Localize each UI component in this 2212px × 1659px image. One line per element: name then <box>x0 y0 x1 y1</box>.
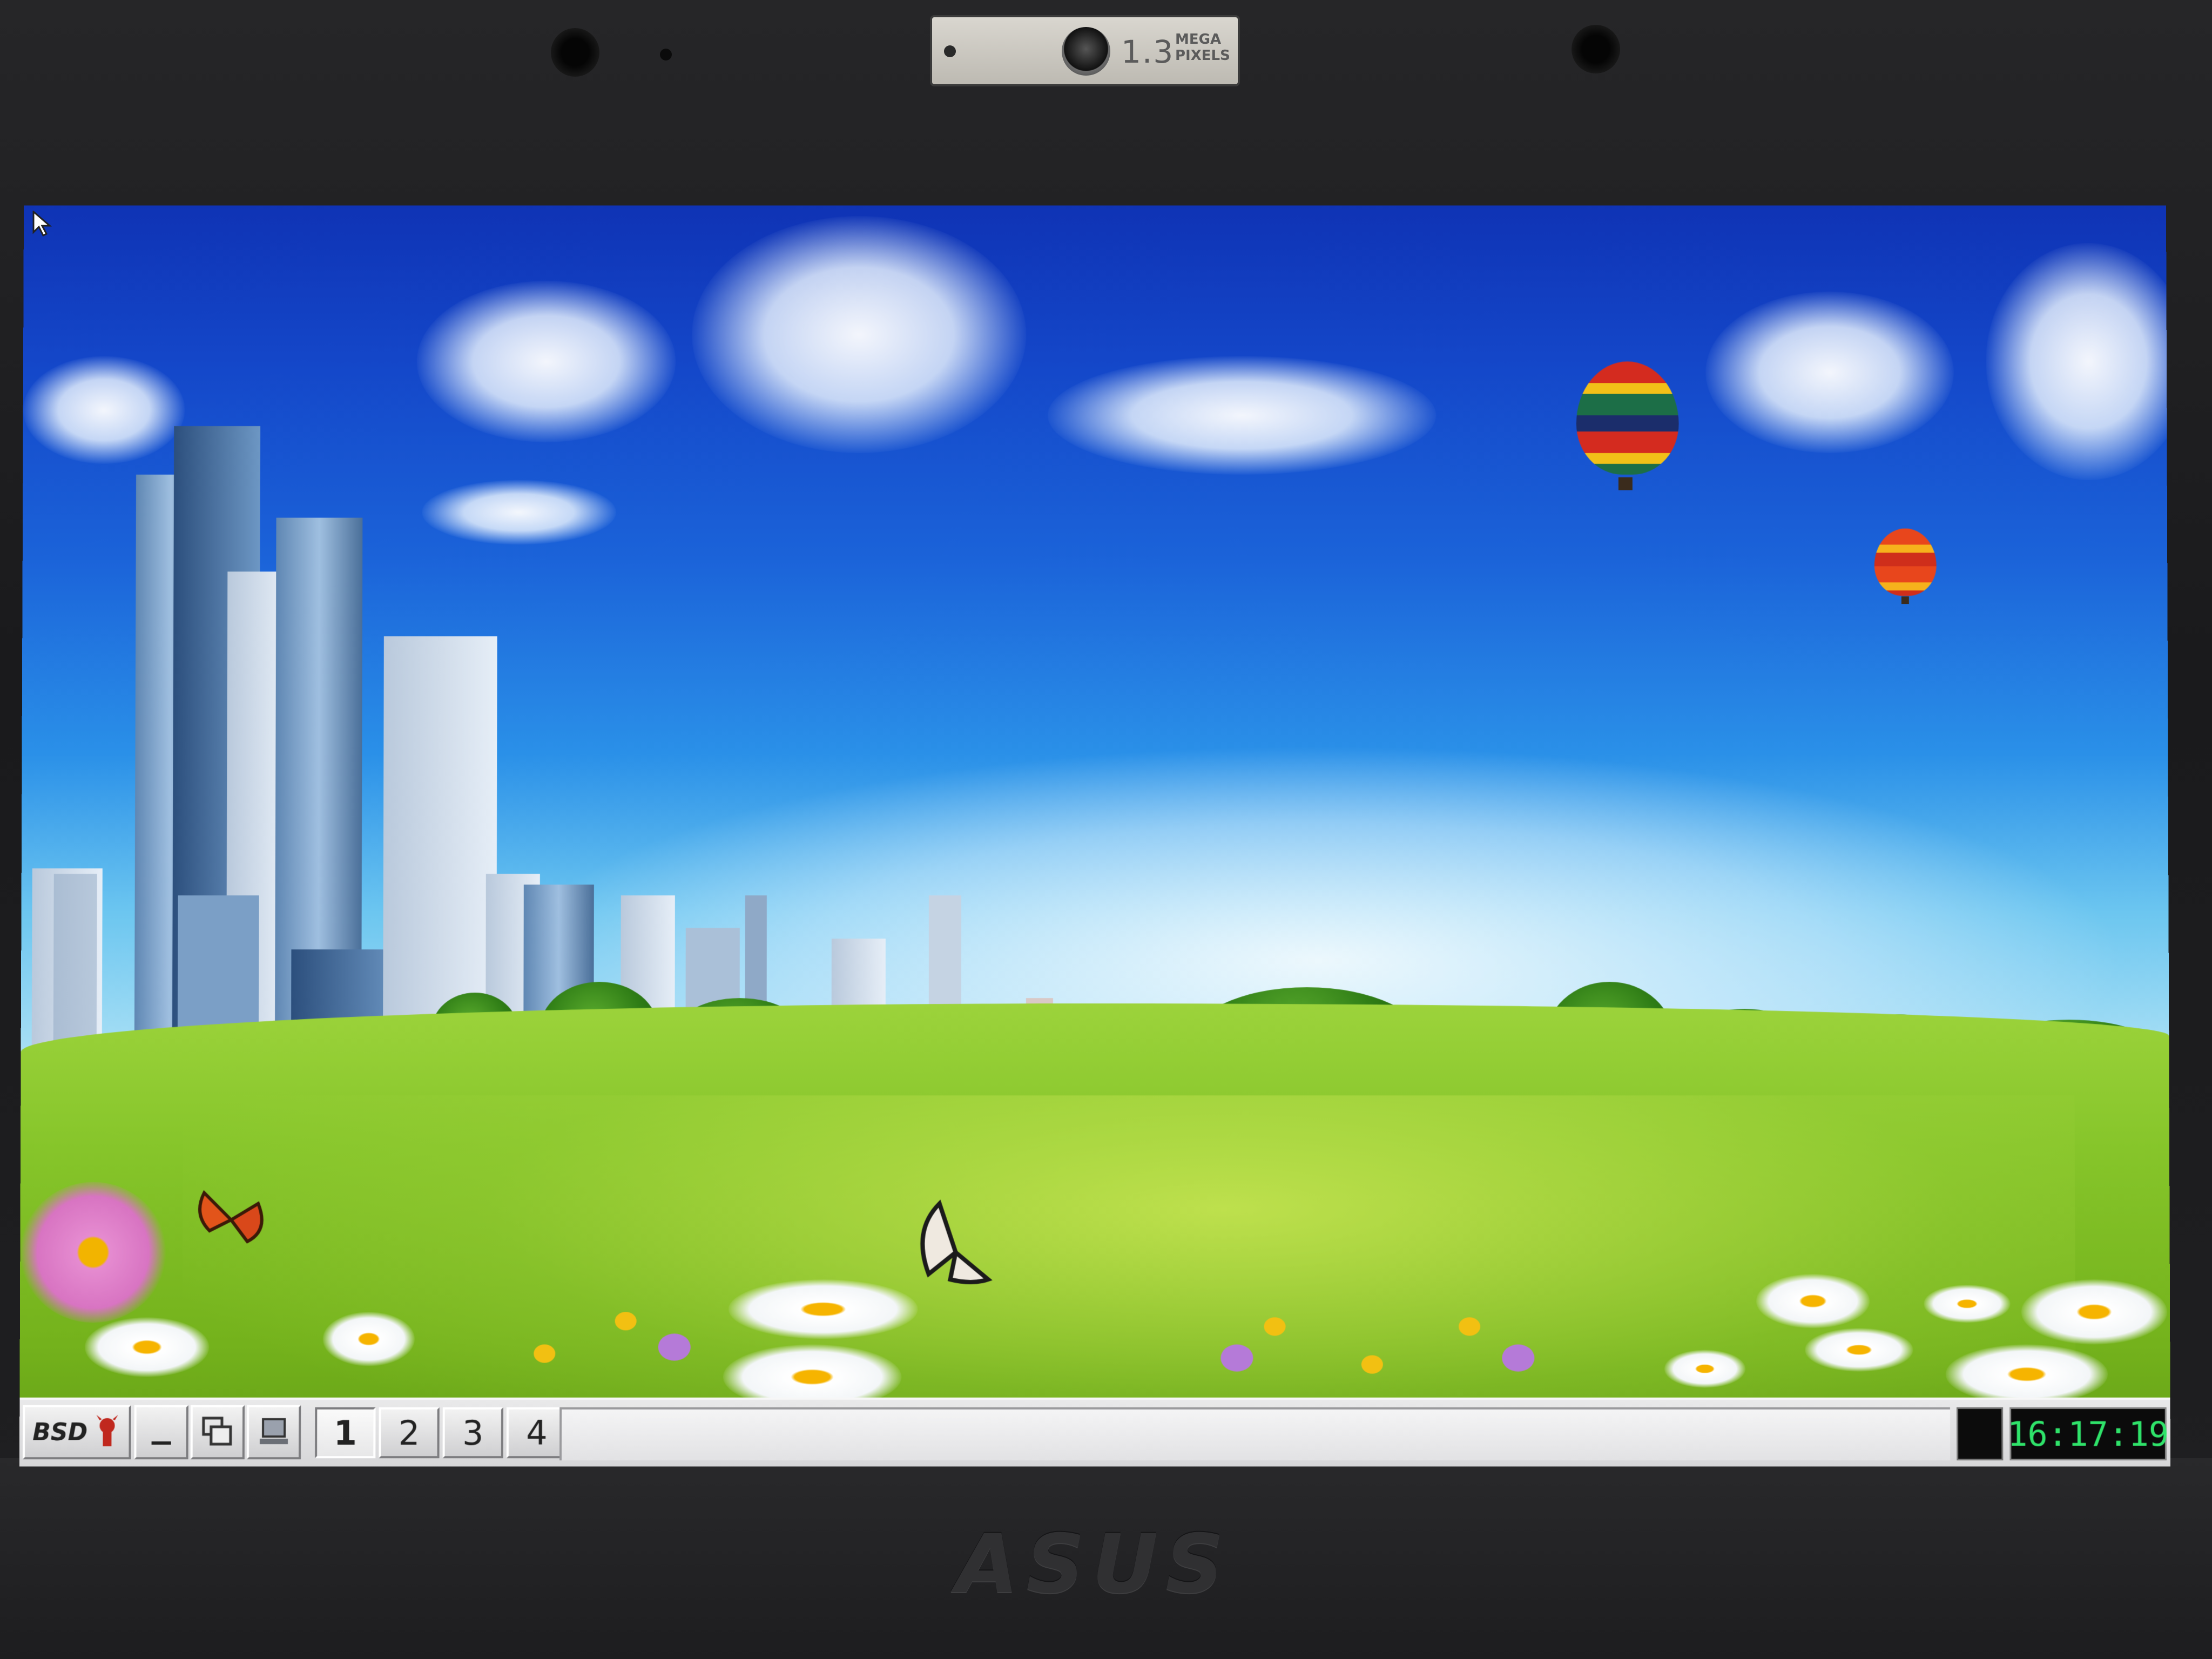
taskbar: BSD 1 2 3 4 16:17:19 <box>19 1397 2171 1467</box>
bsd-daemon-icon <box>96 1414 118 1447</box>
balloon-basket <box>1618 477 1633 490</box>
yellow-flower <box>615 1312 637 1331</box>
asus-logo: ASUS <box>956 1518 1231 1611</box>
clock[interactable]: 16:17:19 <box>2007 1407 2169 1461</box>
purple-flower <box>1220 1344 1253 1372</box>
daisy-flower <box>322 1312 415 1366</box>
start-button[interactable]: BSD <box>22 1405 131 1460</box>
workspace-4-button[interactable]: 4 <box>506 1407 568 1459</box>
wallpaper-cloud <box>1048 356 1437 475</box>
orange-butterfly <box>193 1182 269 1258</box>
daisy-flower <box>2021 1279 2168 1345</box>
window-list-icon <box>201 1416 234 1448</box>
yellow-flower <box>1361 1355 1383 1374</box>
daisy-flower <box>728 1279 918 1339</box>
minimize-all-button[interactable] <box>134 1405 188 1460</box>
daisy-flower <box>1805 1328 1913 1372</box>
pink-cosmos-flower <box>19 1182 167 1323</box>
swallowtail-butterfly <box>907 1198 1004 1290</box>
daisy-flower <box>1664 1350 1746 1388</box>
system-tray[interactable] <box>1956 1407 2004 1461</box>
microphone-left <box>551 28 599 77</box>
yellow-flower <box>1459 1317 1481 1336</box>
daisy-flower <box>1756 1274 1870 1328</box>
desktop-screen: BSD 1 2 3 4 16:17:19 <box>19 205 2171 1467</box>
daisy-flower <box>84 1317 210 1377</box>
daisy-flower <box>1924 1285 2011 1323</box>
yellow-flower <box>1264 1317 1286 1336</box>
workspace-label: 2 <box>398 1413 420 1453</box>
camera-lens-icon <box>1062 27 1110 76</box>
start-label: BSD <box>32 1418 88 1446</box>
daisy-flower <box>1945 1344 2108 1404</box>
purple-flower <box>658 1333 691 1361</box>
camera-megapixels-label: MEGA PIXELS <box>1175 31 1230 64</box>
mouse-pointer-icon <box>32 211 52 237</box>
camera-led-icon <box>944 45 956 57</box>
purple-flower <box>1502 1344 1535 1372</box>
window-list-button[interactable] <box>190 1405 245 1460</box>
workspace-label: 4 <box>526 1413 548 1453</box>
status-led-icon <box>660 49 672 60</box>
task-list-area[interactable] <box>559 1407 1951 1461</box>
minimize-all-icon <box>151 1441 171 1445</box>
webcam-module: 1.3 MEGA PIXELS <box>930 15 1240 86</box>
workspace-label: 1 <box>333 1413 358 1453</box>
workspace-1-button[interactable]: 1 <box>315 1407 376 1459</box>
camera-megapixels: 1.3 <box>1121 33 1175 70</box>
microphone-right <box>1572 25 1620 73</box>
workspace-2-button[interactable]: 2 <box>379 1407 440 1459</box>
show-desktop-icon <box>258 1416 290 1445</box>
show-desktop-button[interactable] <box>246 1405 301 1460</box>
balloon-basket <box>1901 596 1909 604</box>
wallpaper-cloud <box>1705 291 1954 453</box>
yellow-flower <box>534 1344 556 1363</box>
workspace-3-button[interactable]: 3 <box>442 1407 503 1459</box>
workspace-label: 3 <box>462 1413 484 1453</box>
